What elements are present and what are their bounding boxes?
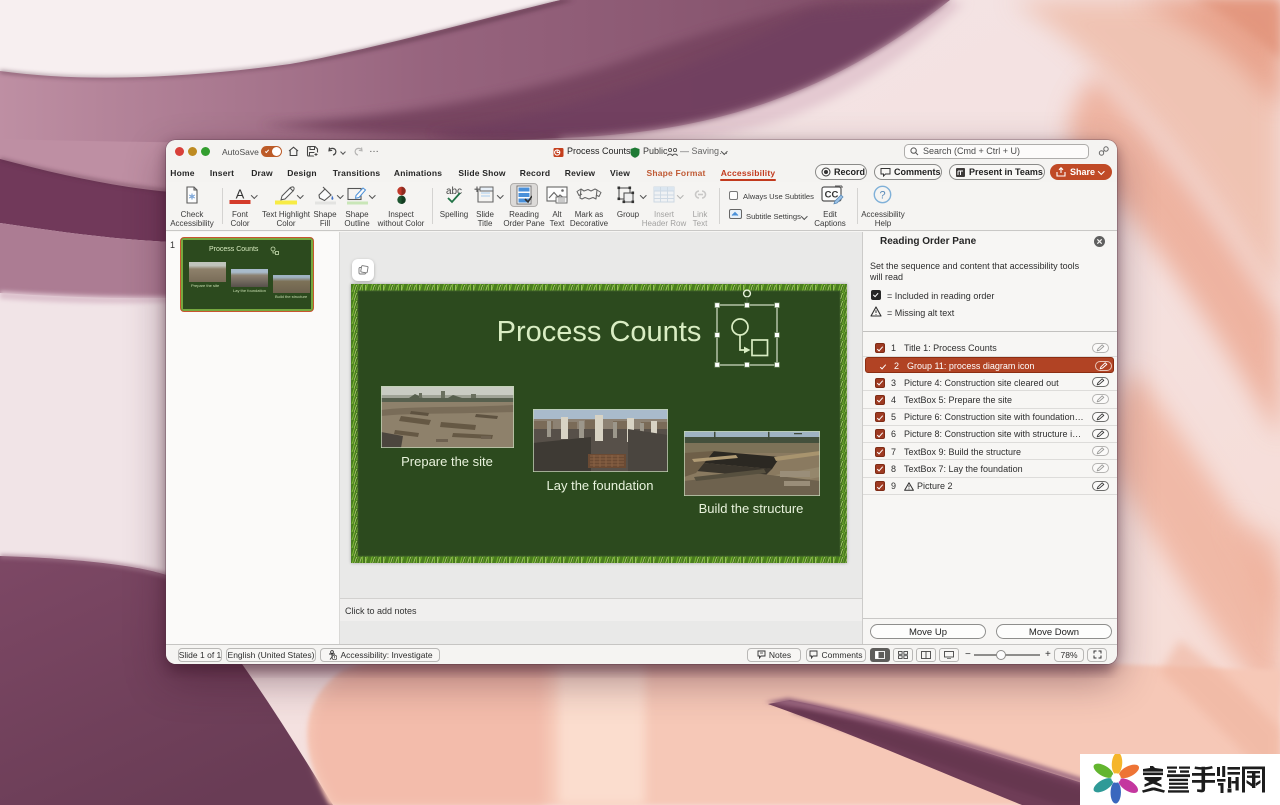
svg-text:A: A bbox=[236, 187, 245, 202]
svg-text:CC: CC bbox=[825, 190, 839, 201]
svg-text:abc: abc bbox=[446, 186, 462, 197]
svg-text:?: ? bbox=[879, 190, 885, 202]
